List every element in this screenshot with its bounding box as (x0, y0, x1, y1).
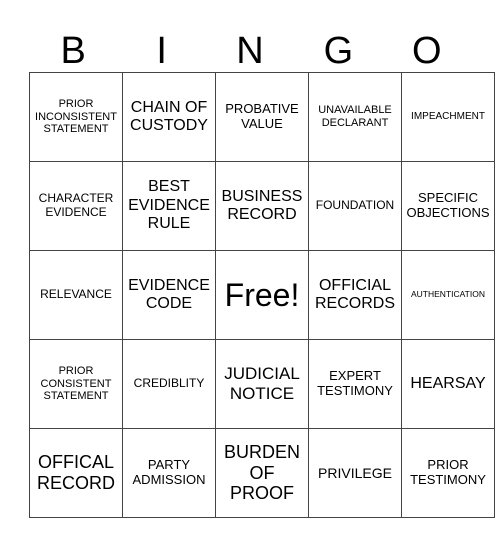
bingo-header: B I N G O (29, 30, 471, 72)
bingo-cell[interactable]: EXPERT TESTIMONY (308, 339, 402, 429)
bingo-cell[interactable]: CHAIN OF CUSTODY (122, 72, 216, 162)
bingo-cell[interactable]: PRIVILEGE (308, 428, 402, 518)
free-space[interactable]: Free! (215, 250, 309, 340)
bingo-cell[interactable]: OFFICAL RECORD (29, 428, 123, 518)
header-letter-i: I (156, 30, 167, 72)
bingo-cell[interactable]: PARTY ADMISSION (122, 428, 216, 518)
bingo-row: CHARACTER EVIDENCE BEST EVIDENCE RULE BU… (29, 161, 495, 251)
bingo-cell[interactable]: PRIOR TESTIMONY (401, 428, 495, 518)
bingo-row: PRIOR INCONSISTENT STATEMENT CHAIN OF CU… (29, 72, 495, 162)
bingo-cell[interactable]: JUDICIAL NOTICE (215, 339, 309, 429)
bingo-cell[interactable]: FOUNDATION (308, 161, 402, 251)
bingo-cell[interactable]: AUTHENTICATION (401, 250, 495, 340)
bingo-cell[interactable]: BURDEN OF PROOF (215, 428, 309, 518)
bingo-row: RELEVANCE EVIDENCE CODE Free! OFFICIAL R… (29, 250, 495, 340)
bingo-row: OFFICAL RECORD PARTY ADMISSION BURDEN OF… (29, 428, 495, 518)
bingo-cell[interactable]: CHARACTER EVIDENCE (29, 161, 123, 251)
bingo-cell[interactable]: HEARSAY (401, 339, 495, 429)
bingo-cell[interactable]: OFFICIAL RECORDS (308, 250, 402, 340)
header-letter-g: G (323, 30, 354, 72)
header-letter-n: N (236, 30, 264, 72)
bingo-cell[interactable]: PROBATIVE VALUE (215, 72, 309, 162)
bingo-cell[interactable]: SPECIFIC OBJECTIONS (401, 161, 495, 251)
bingo-cell[interactable]: CREDIBLITY (122, 339, 216, 429)
bingo-cell[interactable]: BEST EVIDENCE RULE (122, 161, 216, 251)
bingo-card: PRIOR INCONSISTENT STATEMENT CHAIN OF CU… (29, 72, 495, 518)
bingo-row: PRIOR CONSISTENT STATEMENT CREDIBLITY JU… (29, 339, 495, 429)
bingo-cell[interactable]: PRIOR INCONSISTENT STATEMENT (29, 72, 123, 162)
header-letter-b: B (60, 30, 86, 72)
bingo-cell[interactable]: RELEVANCE (29, 250, 123, 340)
bingo-cell[interactable]: UNAVAILABLE DECLARANT (308, 72, 402, 162)
bingo-cell[interactable]: PRIOR CONSISTENT STATEMENT (29, 339, 123, 429)
bingo-cell[interactable]: EVIDENCE CODE (122, 250, 216, 340)
bingo-cell[interactable]: IMPEACHMENT (401, 72, 495, 162)
header-letter-o: O (412, 30, 442, 72)
bingo-cell[interactable]: BUSINESS RECORD (215, 161, 309, 251)
